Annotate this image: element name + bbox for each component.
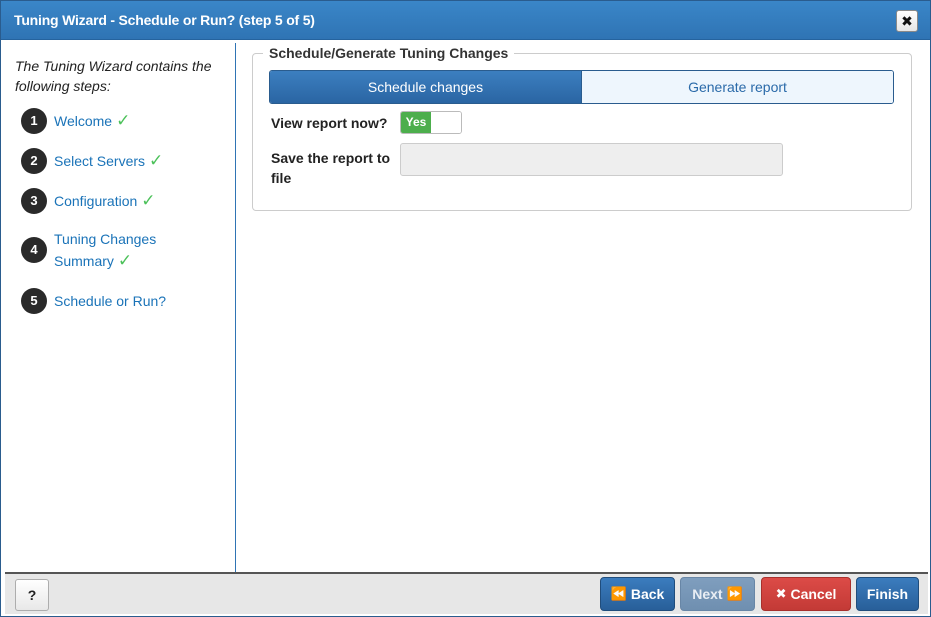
- close-button[interactable]: ✖: [896, 10, 918, 32]
- step-tuning-changes-summary[interactable]: 4 Tuning Changes Summary ✓: [21, 228, 156, 272]
- check-icon: ✓: [116, 111, 131, 130]
- view-report-label: View report now?: [271, 115, 388, 131]
- step-schedule-or-run[interactable]: 5 Schedule or Run?: [21, 288, 166, 314]
- schedule-changes-tab[interactable]: Schedule changes: [270, 71, 581, 103]
- schedule-fieldset: Schedule/Generate Tuning Changes Schedul…: [252, 45, 912, 211]
- footer-bar: ? ⏪ Back Next ⏩ ✖ Cancel Finish: [5, 572, 928, 614]
- check-icon: ✓: [117, 251, 133, 270]
- step-select-servers[interactable]: 2 Select Servers ✓: [21, 148, 163, 174]
- view-report-toggle[interactable]: Yes: [400, 111, 462, 134]
- step-label[interactable]: Welcome ✓: [54, 110, 130, 132]
- step-number: 2: [21, 148, 47, 174]
- tuning-wizard-dialog: Tuning Wizard - Schedule or Run? (step 5…: [0, 0, 931, 617]
- cancel-button[interactable]: ✖ Cancel: [761, 577, 851, 611]
- fast-forward-icon: ⏩: [726, 586, 743, 601]
- step-welcome[interactable]: 1 Welcome ✓: [21, 108, 130, 134]
- save-report-label: Save the report to file: [271, 150, 391, 186]
- step-label[interactable]: Select Servers ✓: [54, 150, 163, 172]
- step-number: 5: [21, 288, 47, 314]
- step-number: 4: [21, 237, 47, 263]
- window-title: Tuning Wizard - Schedule or Run? (step 5…: [14, 12, 315, 28]
- toggle-on-label: Yes: [401, 112, 431, 133]
- main-panel: Schedule/Generate Tuning Changes Schedul…: [237, 43, 930, 572]
- finish-button[interactable]: Finish: [856, 577, 919, 611]
- title-bar: Tuning Wizard - Schedule or Run? (step 5…: [1, 1, 930, 40]
- close-icon: ✖: [901, 13, 913, 29]
- check-icon: ✓: [141, 191, 156, 210]
- generate-report-tab[interactable]: Generate report: [581, 71, 893, 103]
- help-button[interactable]: ?: [15, 579, 49, 611]
- mode-segmented-control: Schedule changes Generate report: [269, 70, 894, 104]
- step-label[interactable]: Schedule or Run?: [54, 290, 166, 312]
- step-number: 1: [21, 108, 47, 134]
- rewind-icon: ⏪: [610, 586, 627, 601]
- step-label[interactable]: Tuning Changes Summary ✓: [54, 228, 156, 272]
- fieldset-legend: Schedule/Generate Tuning Changes: [263, 45, 515, 61]
- toggle-handle: [431, 112, 461, 133]
- step-configuration[interactable]: 3 Configuration ✓: [21, 188, 156, 214]
- step-label[interactable]: Configuration ✓: [54, 190, 156, 212]
- steps-intro: The Tuning Wizard contains the following…: [15, 58, 212, 94]
- close-icon: ✖: [775, 586, 787, 601]
- save-report-file-input[interactable]: [400, 143, 783, 176]
- next-button[interactable]: Next ⏩: [680, 577, 755, 611]
- check-icon: ✓: [149, 151, 164, 170]
- step-number: 3: [21, 188, 47, 214]
- steps-sidebar: The Tuning Wizard contains the following…: [5, 43, 236, 572]
- back-button[interactable]: ⏪ Back: [600, 577, 675, 611]
